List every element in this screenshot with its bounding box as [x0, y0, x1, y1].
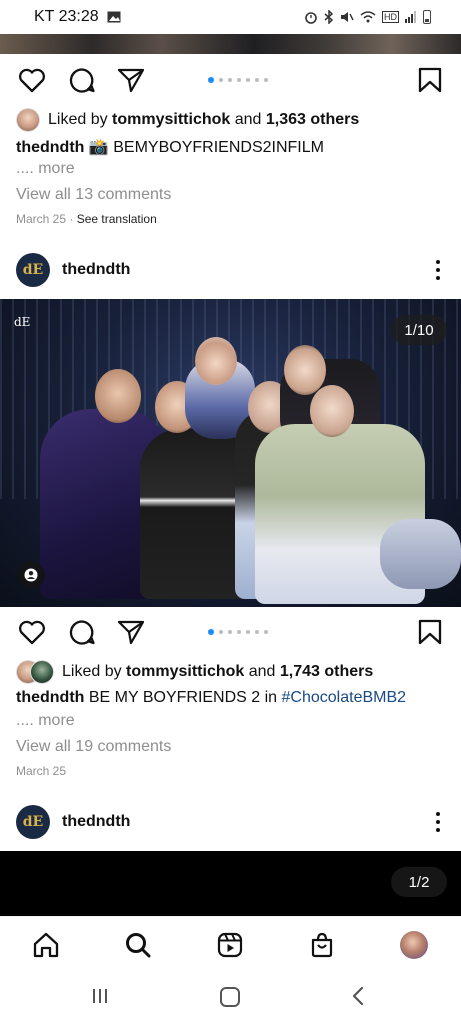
caption-text: BE MY BOYFRIENDS 2 in [88, 689, 278, 706]
post-username[interactable]: thedndth [62, 261, 130, 279]
caption-username[interactable]: thedndth [16, 689, 84, 706]
carousel-counter: 1/2 [391, 867, 447, 897]
liked-by-row[interactable]: Liked by tommysittichok and 1,363 others [16, 108, 359, 132]
alarm-icon [305, 12, 317, 24]
previous-post-image[interactable] [0, 34, 461, 54]
post-header: dE thedndth [0, 245, 461, 295]
save-bookmark-icon[interactable] [416, 67, 444, 93]
image-icon [107, 11, 121, 23]
carousel-dot [237, 78, 241, 82]
home-icon[interactable] [32, 931, 60, 959]
bluetooth-icon [324, 10, 334, 24]
hd-icon: HD [382, 11, 399, 23]
tagged-users-button[interactable] [17, 561, 45, 589]
logo-text: dE [22, 262, 44, 278]
carousel-dot [228, 78, 232, 82]
save-bookmark-icon[interactable] [416, 619, 444, 645]
carousel-dot-active [208, 629, 214, 635]
status-bar: KT 23:28 HD [0, 0, 461, 34]
like-heart-icon[interactable] [18, 619, 46, 645]
carousel-dot [219, 78, 223, 82]
carousel-dot [228, 630, 232, 634]
post-caption: thedndth 📸 BEMYBOYFRIENDS2INFILM [16, 137, 324, 157]
liked-by-and: and [248, 663, 276, 680]
more-options-icon[interactable] [435, 812, 441, 832]
post-date-row: March 25 · See translation [16, 212, 157, 226]
search-icon[interactable] [124, 931, 152, 959]
camera-emoji: 📸 [88, 139, 109, 156]
carousel-dot [219, 630, 223, 634]
liked-by-count[interactable]: 1,363 others [266, 111, 359, 128]
account-avatar[interactable]: dE [16, 253, 50, 287]
back-icon[interactable] [350, 986, 366, 1006]
post-actions-bar [0, 606, 461, 656]
carousel-counter: 1/10 [391, 315, 447, 345]
carousel-dot [255, 630, 259, 634]
liked-by-user[interactable]: tommysittichok [112, 111, 230, 128]
like-heart-icon[interactable] [18, 67, 46, 93]
carousel-dot-active [208, 77, 214, 83]
view-comments-link[interactable]: View all 13 comments [16, 186, 171, 204]
liked-by-user[interactable]: tommysittichok [126, 663, 244, 680]
carousel-dot [255, 78, 259, 82]
liked-by-count[interactable]: 1,743 others [280, 663, 373, 680]
view-comments-link[interactable]: View all 19 comments [16, 738, 171, 756]
home-button-icon[interactable] [219, 986, 241, 1008]
bottom-navigation [0, 916, 461, 973]
share-icon[interactable] [117, 619, 145, 645]
carousel-dots [208, 77, 268, 83]
see-translation-link[interactable]: See translation [77, 212, 157, 226]
person-icon [24, 568, 38, 582]
mute-icon [341, 12, 354, 22]
carrier-time: KT 23:28 [34, 8, 99, 25]
shop-icon[interactable] [308, 931, 336, 959]
carousel-dot [264, 630, 268, 634]
carousel-dot [264, 78, 268, 82]
post-date: March 25 [16, 212, 67, 226]
carousel-dot [246, 78, 250, 82]
liker-avatar [30, 660, 54, 684]
account-avatar[interactable]: dE [16, 805, 50, 839]
carousel-dot [237, 630, 241, 634]
post-header: dE thedndth [0, 797, 461, 847]
caption-text: BEMYBOYFRIENDS2INFILM [113, 139, 324, 156]
reels-icon[interactable] [216, 931, 244, 959]
post-caption: thedndth BE MY BOYFRIENDS 2 in #Chocolat… [16, 689, 406, 707]
system-navigation [0, 972, 461, 1024]
battery-icon [423, 10, 431, 24]
post-actions-bar [0, 54, 461, 104]
watermark-logo: dE [14, 315, 31, 329]
more-link[interactable]: .... more [16, 160, 75, 178]
post-date: March 25 [16, 764, 67, 778]
liked-by-and: and [234, 111, 262, 128]
more-options-icon[interactable] [435, 260, 441, 280]
wifi-icon [360, 11, 376, 23]
post-username[interactable]: thedndth [62, 813, 130, 831]
post-image[interactable]: dE 1/10 [0, 299, 461, 607]
post-image[interactable]: 1/2 [0, 851, 461, 916]
more-link[interactable]: .... more [16, 712, 75, 730]
carousel-dots [208, 629, 268, 635]
profile-avatar[interactable] [400, 931, 428, 959]
caption-username[interactable]: thedndth [16, 139, 84, 156]
liked-by-row[interactable]: Liked by tommysittichok and 1,743 others [16, 660, 373, 684]
share-icon[interactable] [117, 67, 145, 93]
logo-text: dE [22, 814, 44, 830]
comment-icon[interactable] [68, 67, 96, 93]
carousel-dot [246, 630, 250, 634]
comment-icon[interactable] [68, 619, 96, 645]
liker-avatar [16, 108, 40, 132]
caption-hashtag[interactable]: #ChocolateBMB2 [282, 689, 407, 706]
liked-by-prefix: Liked by [62, 663, 122, 680]
recents-icon[interactable] [90, 986, 110, 1006]
signal-icon [405, 11, 416, 23]
liked-by-prefix: Liked by [48, 111, 108, 128]
